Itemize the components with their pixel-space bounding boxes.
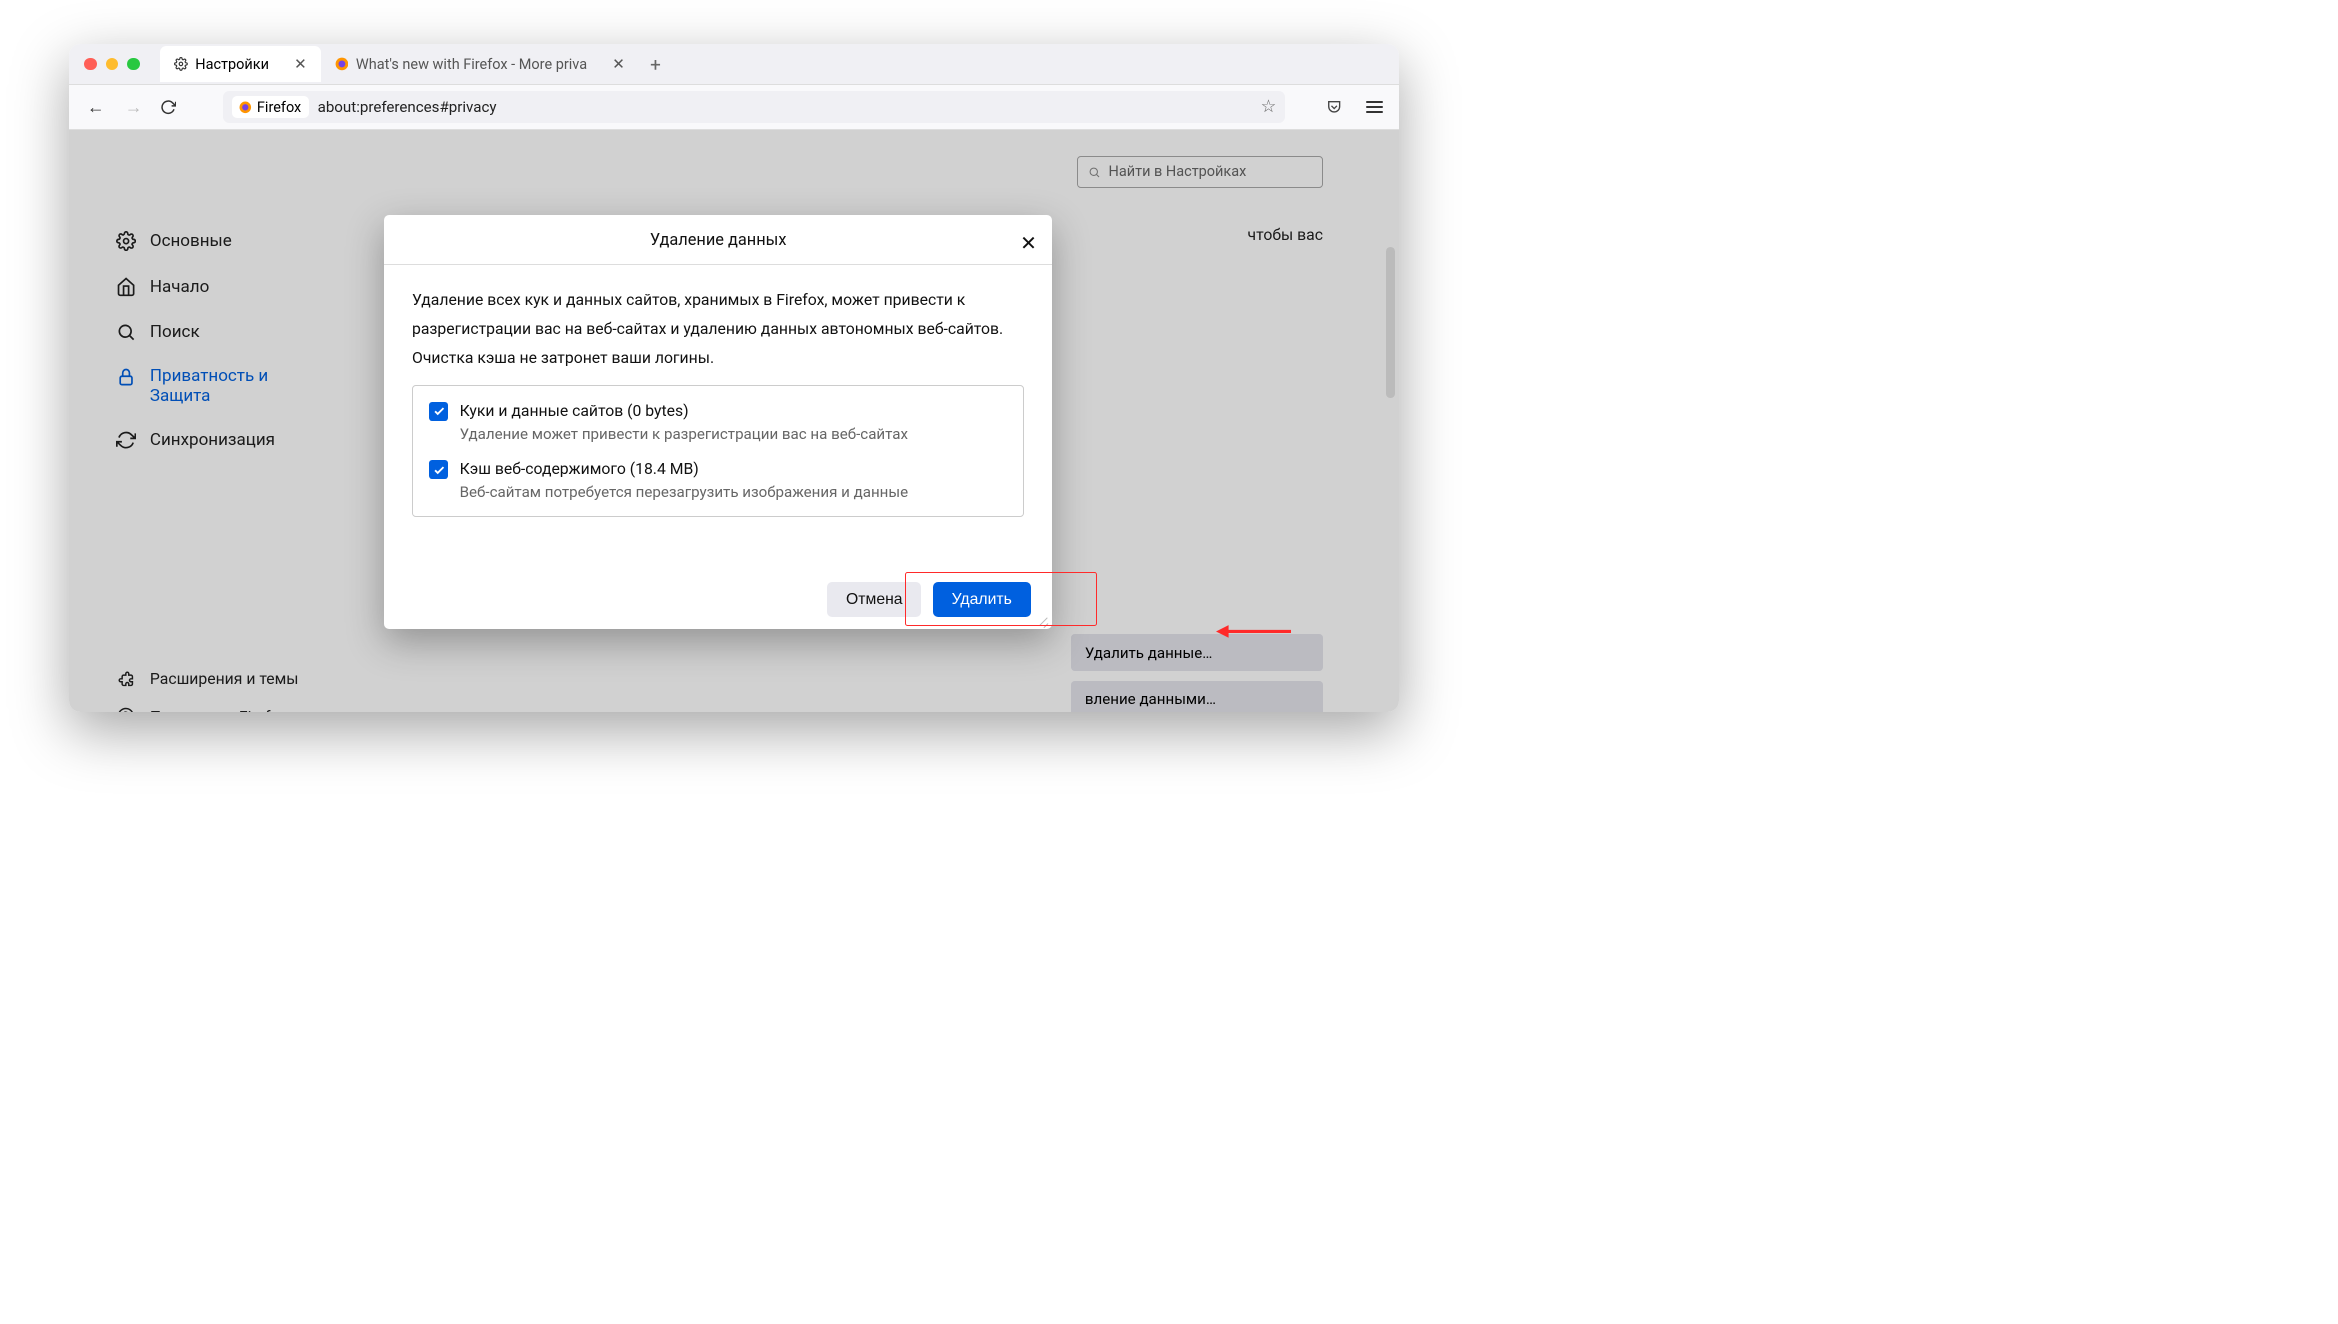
menu-button[interactable]: [1366, 101, 1384, 113]
reload-button[interactable]: [160, 99, 183, 115]
page-content: Найти в Настройках Основные Начало: [69, 130, 1398, 711]
option-subtitle: Веб-сайтам потребуется перезагрузить изо…: [460, 483, 909, 501]
option-title: Куки и данные сайтов (0 bytes): [460, 401, 908, 420]
titlebar: Настройки ✕ What's new with Firefox - Mo…: [69, 44, 1398, 85]
dialog-title: Удаление данных: [650, 230, 787, 249]
minimize-window-button[interactable]: [106, 58, 119, 71]
tab-label: Настройки: [195, 56, 269, 73]
dialog-body: Удаление всех кук и данных сайтов, храни…: [384, 265, 1052, 538]
option-title: Кэш веб-содержимого (18.4 MB): [460, 459, 909, 478]
browser-window: Настройки ✕ What's new with Firefox - Mo…: [69, 44, 1398, 712]
new-tab-button[interactable]: +: [650, 53, 661, 76]
close-window-button[interactable]: [84, 58, 97, 71]
cancel-button[interactable]: Отмена: [827, 582, 921, 617]
identity-badge[interactable]: Firefox: [232, 96, 309, 118]
tab-settings[interactable]: Настройки ✕: [160, 46, 321, 81]
dialog-header: Удаление данных ✕: [384, 215, 1052, 264]
close-icon[interactable]: ✕: [1020, 231, 1037, 255]
clear-data-dialog: Удаление данных ✕ Удаление всех кук и да…: [384, 215, 1052, 628]
maximize-window-button[interactable]: [127, 58, 140, 71]
option-cookies: Куки и данные сайтов (0 bytes) Удаление …: [429, 401, 1007, 443]
url-text: about:preferences#privacy: [318, 98, 497, 116]
toolbar: ← → Firefox about:preferences#privacy ☆: [69, 85, 1398, 130]
checkbox-cache[interactable]: [429, 460, 448, 479]
button-label: Отмена: [846, 591, 903, 609]
window-controls: [84, 58, 139, 71]
tab-whatsnew[interactable]: What's new with Firefox - More priva ✕: [321, 46, 639, 81]
pocket-icon[interactable]: [1326, 99, 1351, 115]
back-button[interactable]: ←: [84, 97, 107, 118]
confirm-button[interactable]: Удалить: [933, 582, 1031, 617]
gear-icon: [174, 57, 188, 71]
forward-button[interactable]: →: [122, 97, 145, 118]
resize-grip[interactable]: [1038, 615, 1049, 626]
scrollbar[interactable]: [1386, 247, 1395, 398]
option-subtitle: Удаление может привести к разрегистрации…: [460, 425, 908, 443]
button-label: Удалить: [952, 591, 1012, 609]
checkbox-cookies[interactable]: [429, 402, 448, 421]
tab-label: What's new with Firefox - More priva: [356, 56, 587, 73]
dialog-options: Куки и данные сайтов (0 bytes) Удаление …: [412, 385, 1024, 518]
option-cache: Кэш веб-содержимого (18.4 MB) Веб-сайтам…: [429, 459, 1007, 501]
dialog-description: Удаление всех кук и данных сайтов, храни…: [412, 285, 1024, 372]
close-tab-icon[interactable]: ✕: [612, 55, 625, 73]
dialog-footer: Отмена Удалить: [384, 571, 1052, 629]
firefox-icon: [335, 57, 349, 71]
star-icon[interactable]: ☆: [1261, 97, 1277, 117]
tab-strip: Настройки ✕ What's new with Firefox - Mo…: [160, 46, 661, 81]
annotation-arrow-icon: [1216, 622, 1292, 641]
close-tab-icon[interactable]: ✕: [294, 55, 307, 73]
identity-label: Firefox: [257, 99, 301, 116]
url-bar[interactable]: Firefox about:preferences#privacy ☆: [223, 91, 1285, 123]
